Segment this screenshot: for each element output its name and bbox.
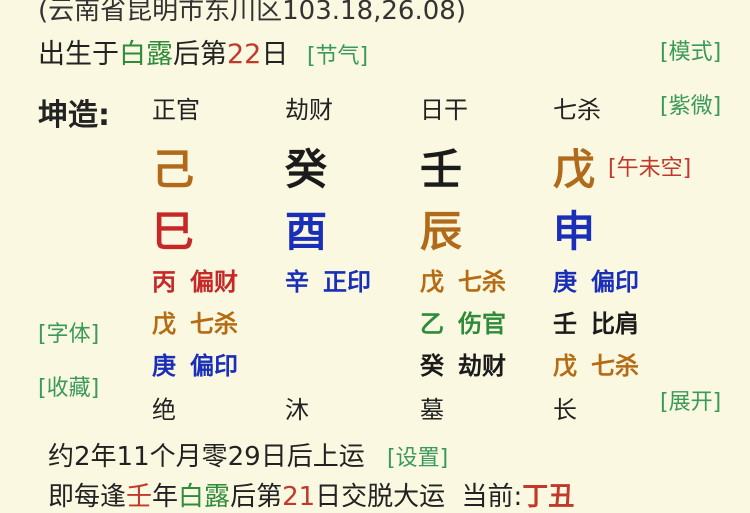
- hidden-stem-row: 庚偏印: [553, 262, 639, 297]
- hidden-stem: 戊: [420, 268, 444, 296]
- hidden-stem-row: 丙偏财: [152, 262, 238, 297]
- hidden-stem: 庚: [152, 352, 176, 380]
- hidden-stem: 丙: [152, 268, 176, 296]
- stem-year: 己: [152, 145, 195, 194]
- stage-year: 绝: [152, 396, 176, 424]
- hidden-stem-row: 癸劫财: [420, 346, 506, 381]
- hidden-god: 七杀: [458, 268, 506, 296]
- ten-god-year: 正官: [152, 96, 200, 124]
- hidden-god: 七杀: [591, 352, 639, 380]
- hidden-stem-row: 辛正印: [285, 262, 371, 297]
- hidden-stem: 癸: [420, 352, 444, 380]
- birth-day: 22: [227, 39, 262, 70]
- hidden-stem-row: 乙伤官: [420, 304, 506, 339]
- hidden-stem-row: 戊七杀: [553, 346, 639, 381]
- hidden-god: 偏财: [190, 268, 238, 296]
- hidden-god: 七杀: [190, 310, 238, 338]
- birth-prefix: 出生于: [38, 39, 119, 70]
- luck-start-line: 约2年11个月零29日后上运 [设置]: [48, 436, 448, 473]
- branch-hour: 申: [553, 207, 596, 256]
- settings-button[interactable]: [设置]: [387, 446, 448, 471]
- luck-solar-term: 白露: [178, 482, 231, 512]
- stage-hour: 长: [553, 396, 577, 424]
- branch-year: 巳: [152, 207, 195, 256]
- birth-mid: 后第: [173, 39, 227, 70]
- expand-button[interactable]: [展开]: [660, 384, 721, 416]
- hidden-god: 偏印: [190, 352, 238, 380]
- ten-god-hour: 七杀: [553, 96, 601, 124]
- branch-day: 辰: [420, 207, 463, 256]
- birth-solar-term: 白露: [119, 39, 173, 70]
- luck-start-text: 约2年11个月零29日后上运: [48, 442, 365, 472]
- hidden-stem: 辛: [285, 268, 309, 296]
- birth-suffix: 日: [261, 39, 289, 70]
- hidden-stem: 乙: [420, 310, 444, 338]
- ten-god-day: 日干: [420, 96, 468, 124]
- favorite-button[interactable]: [收藏]: [38, 370, 99, 402]
- hidden-stem: 戊: [152, 310, 176, 338]
- current-label: 当前:: [461, 482, 523, 512]
- luck-text-2: 年: [152, 482, 179, 512]
- stem-month: 癸: [285, 145, 328, 194]
- luck-text-1: 即每逢: [48, 482, 127, 512]
- stem-hour: 戊: [553, 145, 596, 194]
- hidden-god: 伤官: [458, 310, 506, 338]
- ziwei-button[interactable]: [紫微]: [660, 88, 721, 120]
- current-luck: 丁丑: [522, 482, 575, 512]
- chart-label: 坤造:: [38, 98, 110, 133]
- hidden-stem-row: 壬比肩: [553, 304, 639, 339]
- jieqi-button[interactable]: [节气]: [307, 44, 368, 69]
- luck-text-3: 后第: [230, 482, 283, 512]
- luck-text-4: 日交脱大运: [315, 482, 446, 512]
- luck-day: 21: [282, 482, 316, 512]
- font-button[interactable]: [字体]: [38, 316, 99, 348]
- mode-button[interactable]: [模式]: [660, 34, 721, 66]
- hidden-stem-row: 庚偏印: [152, 346, 238, 381]
- birth-location: (云南省昆明市东川区103.18,26.08): [38, 0, 466, 26]
- branch-month: 酉: [285, 207, 328, 256]
- stem-day: 壬: [420, 145, 463, 194]
- stage-month: 沐: [285, 396, 309, 424]
- hidden-stem-row: 戊七杀: [152, 304, 238, 339]
- hidden-stem: 庚: [553, 268, 577, 296]
- hidden-stem: 戊: [553, 352, 577, 380]
- hidden-god: 劫财: [458, 352, 506, 380]
- luck-transition-line: 即每逢壬年白露后第21日交脱大运 当前:丁丑: [48, 476, 574, 513]
- hidden-god: 比肩: [591, 310, 639, 338]
- birth-info: 出生于白露后第22日 [节气]: [38, 32, 368, 71]
- hidden-god: 正印: [323, 268, 371, 296]
- hidden-god: 偏印: [591, 268, 639, 296]
- luck-year-stem: 壬: [126, 482, 153, 512]
- hidden-stem-row: 戊七杀: [420, 262, 506, 297]
- void-branches-note: [午未空]: [608, 156, 692, 181]
- stage-day: 墓: [420, 396, 444, 424]
- hidden-stem: 壬: [553, 310, 577, 338]
- ten-god-month: 劫财: [285, 96, 333, 124]
